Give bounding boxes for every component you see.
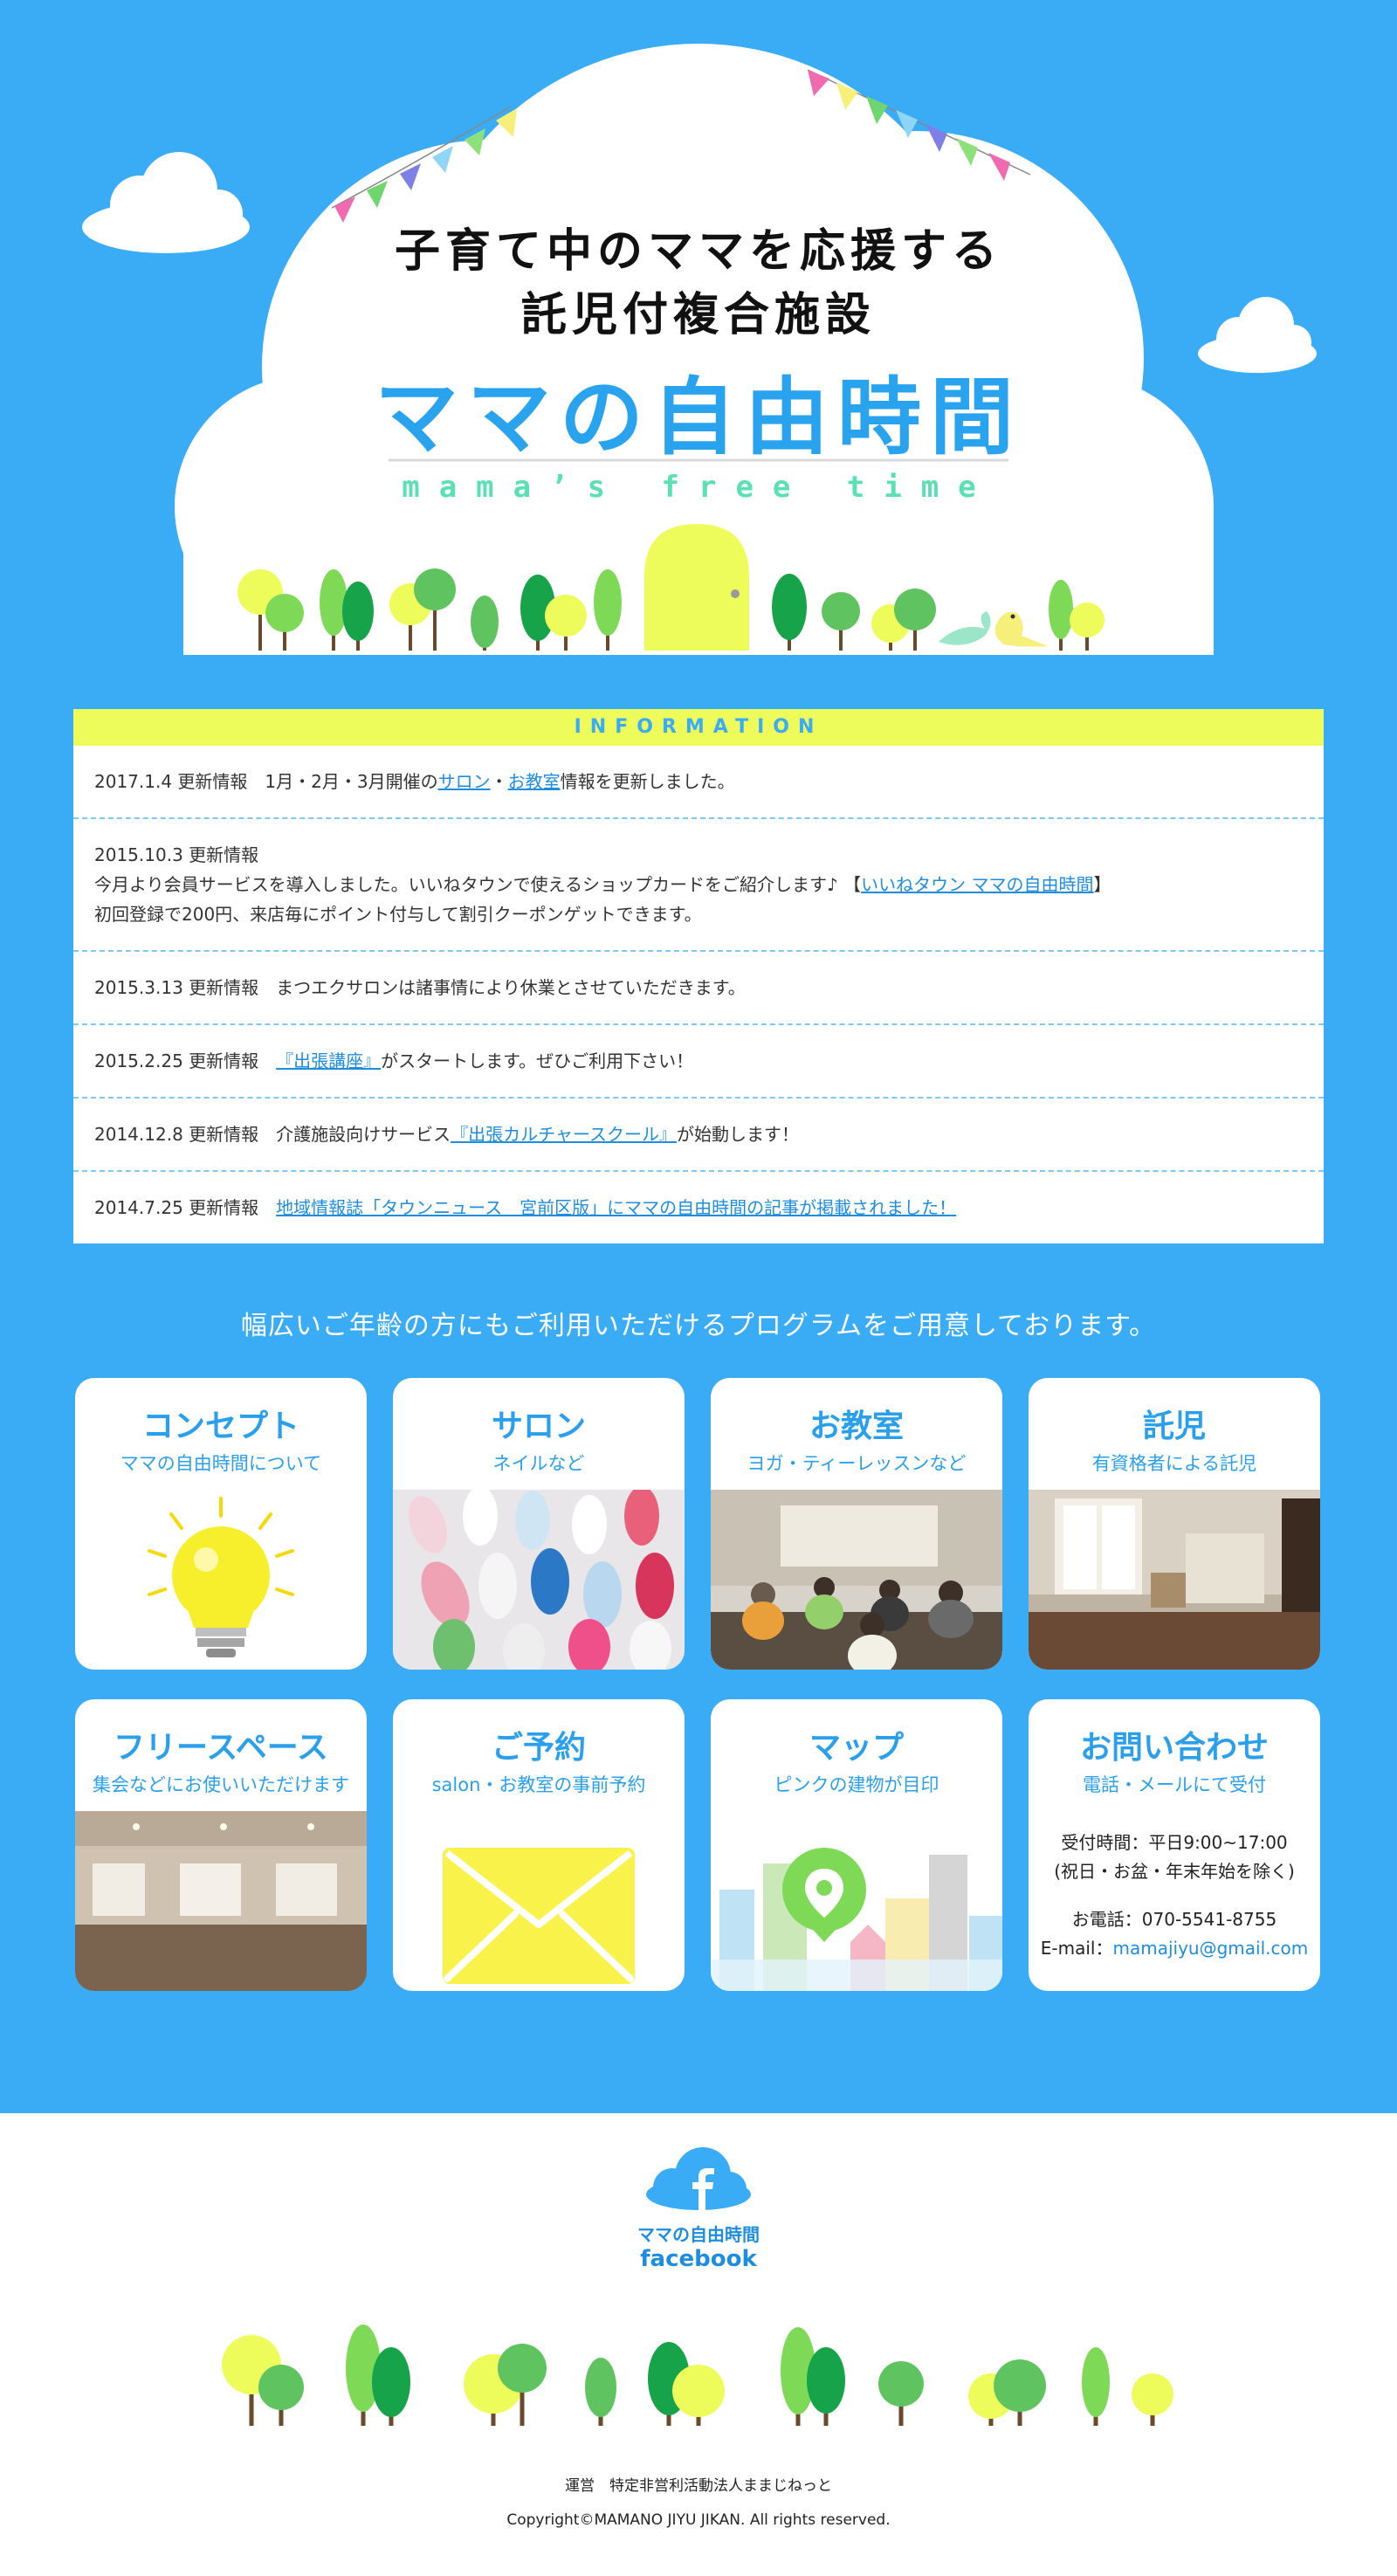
site-logo-subtitle: mama’s free time: [402, 470, 995, 505]
envelope-icon: [443, 1848, 635, 1984]
card-reservation[interactable]: ご予約 salon・お教室の事前予約: [393, 1699, 685, 1991]
copyright-text: Copyright©MAMANO JIYU JIKAN. All rights …: [506, 2511, 891, 2529]
card-title: 託児: [1142, 1409, 1206, 1444]
card-title: お教室: [809, 1409, 904, 1444]
card-title: サロン: [491, 1409, 586, 1444]
iine-town-link[interactable]: いいねタウン ママの自由時間: [861, 874, 1093, 895]
news-text: が始動します！: [676, 1124, 799, 1145]
information-panel: INFORMATION 2017.1.4 更新情報 1月・2月・3月開催のサロン・…: [73, 709, 1324, 1243]
news-date: 2014.12.8 更新情報: [94, 1124, 259, 1145]
room-photo: [75, 1811, 367, 1991]
card-contact[interactable]: お問い合わせ 電話・メールにて受付 受付時間：平日9:00~17:00 (祝日・…: [1029, 1699, 1320, 1991]
news-text: がスタートします。ぜひご利用下さい！: [381, 1050, 694, 1071]
email-link[interactable]: mamajiyu@gmail.com: [1112, 1938, 1308, 1959]
card-free-space[interactable]: フリースペース 集会などにお使いいただけます: [75, 1699, 367, 1991]
footer-tree-row-icons: [222, 2325, 1173, 2426]
card-title: マップ: [809, 1730, 904, 1766]
card-title: コンセプト: [141, 1409, 299, 1444]
card-childcare[interactable]: 託児 有資格者による託児: [1029, 1378, 1320, 1670]
town-news-link[interactable]: 地域情報誌「タウンニュース 宮前区版」にママの自由時間の記事が掲載されました！: [276, 1197, 956, 1218]
operator-name: 運営 特定非営利活動法人ままじねっと: [565, 2477, 832, 2495]
news-date: 2015.2.25 更新情報: [94, 1050, 259, 1071]
business-hours: 受付時間：平日9:00~17:00: [1061, 1832, 1288, 1853]
news-date: 2014.7.25 更新情報: [94, 1197, 259, 1218]
facebook-label: facebook: [640, 2246, 757, 2272]
email-label: E-mail：: [1040, 1938, 1113, 1959]
news-item: 2017.1.4 更新情報 1月・2月・3月開催のサロン・お教室情報を更新しました…: [73, 746, 1324, 819]
news-text: 介護施設向けサービス: [276, 1124, 451, 1145]
nail-photo: [393, 1490, 685, 1670]
news-text: 1月・2月・3月開催の: [265, 771, 438, 792]
closed-days: (祝日・お盆・年末年始を除く): [1054, 1861, 1295, 1882]
card-classroom[interactable]: お教室 ヨガ・ティーレッスンなど: [711, 1378, 1002, 1670]
news-text: 】: [1093, 874, 1111, 895]
hero-facility-type: 託児付複合施設: [520, 289, 876, 341]
hero-cloud-illustration: [82, 44, 1317, 655]
card-title: フリースペース: [114, 1730, 328, 1766]
news-text: ・: [490, 771, 508, 792]
yoga-photo: [711, 1490, 1002, 1670]
door-icon: [644, 524, 749, 651]
card-subtitle: 有資格者による託児: [1091, 1453, 1257, 1474]
contact-details: 受付時間：平日9:00~17:00 (祝日・お盆・年末年始を除く) お電話：07…: [1029, 1829, 1320, 1963]
card-concept[interactable]: コンセプト ママの自由時間について: [75, 1378, 367, 1670]
culture-school-link[interactable]: 『出張カルチャースクール』: [451, 1124, 677, 1145]
program-lead-text: 幅広いご年齢の方にもご利用いただけるプログラムをご用意しております。: [240, 1311, 1157, 1341]
news-text: 情報を更新しました。: [560, 771, 735, 792]
news-text: 初回登録で200円、来店毎にポイント付与して割引クーポンゲットできます。: [94, 904, 702, 925]
facebook-page-name: ママの自由時間: [637, 2224, 760, 2245]
map-pin-icon: [711, 1811, 1002, 1991]
class-link[interactable]: お教室: [508, 771, 561, 792]
card-title: お問い合わせ: [1079, 1730, 1269, 1766]
news-item: 2015.2.25 更新情報 『出張講座』がスタートします。ぜひご利用下さい！: [73, 1025, 1324, 1099]
facebook-link[interactable]: ママの自由時間 facebook: [637, 2144, 760, 2272]
card-subtitle: ヨガ・ティーレッスンなど: [747, 1453, 967, 1474]
card-subtitle: ママの自由時間について: [120, 1453, 322, 1474]
facebook-cloud-icon: [646, 2147, 751, 2210]
card-subtitle: salon・お教室の事前予約: [431, 1774, 646, 1795]
news-date: 2017.1.4 更新情報: [94, 771, 248, 792]
outreach-course-link[interactable]: 『出張講座』: [276, 1050, 381, 1071]
nursery-photo: [1029, 1490, 1320, 1670]
hero-header: 子育て中のママを応援する 託児付複合施設 ママの自由時間 mama’s free…: [0, 0, 1397, 690]
card-subtitle: 集会などにお使いいただけます: [93, 1774, 349, 1795]
news-text: まつエクサロンは諸事情により休業とさせていただきます。: [276, 977, 746, 998]
news-item: 2014.12.8 更新情報 介護施設向けサービス『出張カルチャースクール』が始動…: [73, 1099, 1324, 1172]
card-subtitle: ネイルなど: [492, 1453, 585, 1474]
salon-link[interactable]: サロン: [438, 771, 491, 792]
site-logo[interactable]: ママの自由時間: [0, 349, 1397, 471]
card-subtitle: 電話・メールにて受付: [1083, 1774, 1266, 1795]
news-item: 2015.10.3 更新情報 今月より会員サービスを導入しました。いいねタウンで…: [73, 819, 1324, 952]
hero-tagline: 子育て中のママを応援する: [394, 225, 1002, 278]
news-text: 今月より会員サービスを導入しました。いいねタウンで使えるショップカードをご紹介し…: [94, 874, 862, 895]
lightbulb-icon: [148, 1497, 294, 1657]
information-heading: INFORMATION: [73, 709, 1324, 746]
phone-number[interactable]: お電話：070-5541-8755: [1029, 1905, 1320, 1934]
card-title: ご予約: [491, 1730, 586, 1766]
card-subtitle: ピンクの建物が目印: [774, 1774, 939, 1795]
news-item: 2015.3.13 更新情報 まつエクサロンは諸事情により休業とさせていただきます…: [73, 952, 1324, 1025]
news-date: 2015.10.3 更新情報: [94, 844, 259, 865]
news-date: 2015.3.13 更新情報: [94, 977, 259, 998]
news-item: 2014.7.25 更新情報 地域情報誌「タウンニュース 宮前区版」にママの自由時…: [73, 1172, 1324, 1243]
card-salon[interactable]: サロン ネイルなど: [393, 1378, 685, 1670]
card-map[interactable]: マップ ピンクの建物が目印: [711, 1699, 1002, 1991]
